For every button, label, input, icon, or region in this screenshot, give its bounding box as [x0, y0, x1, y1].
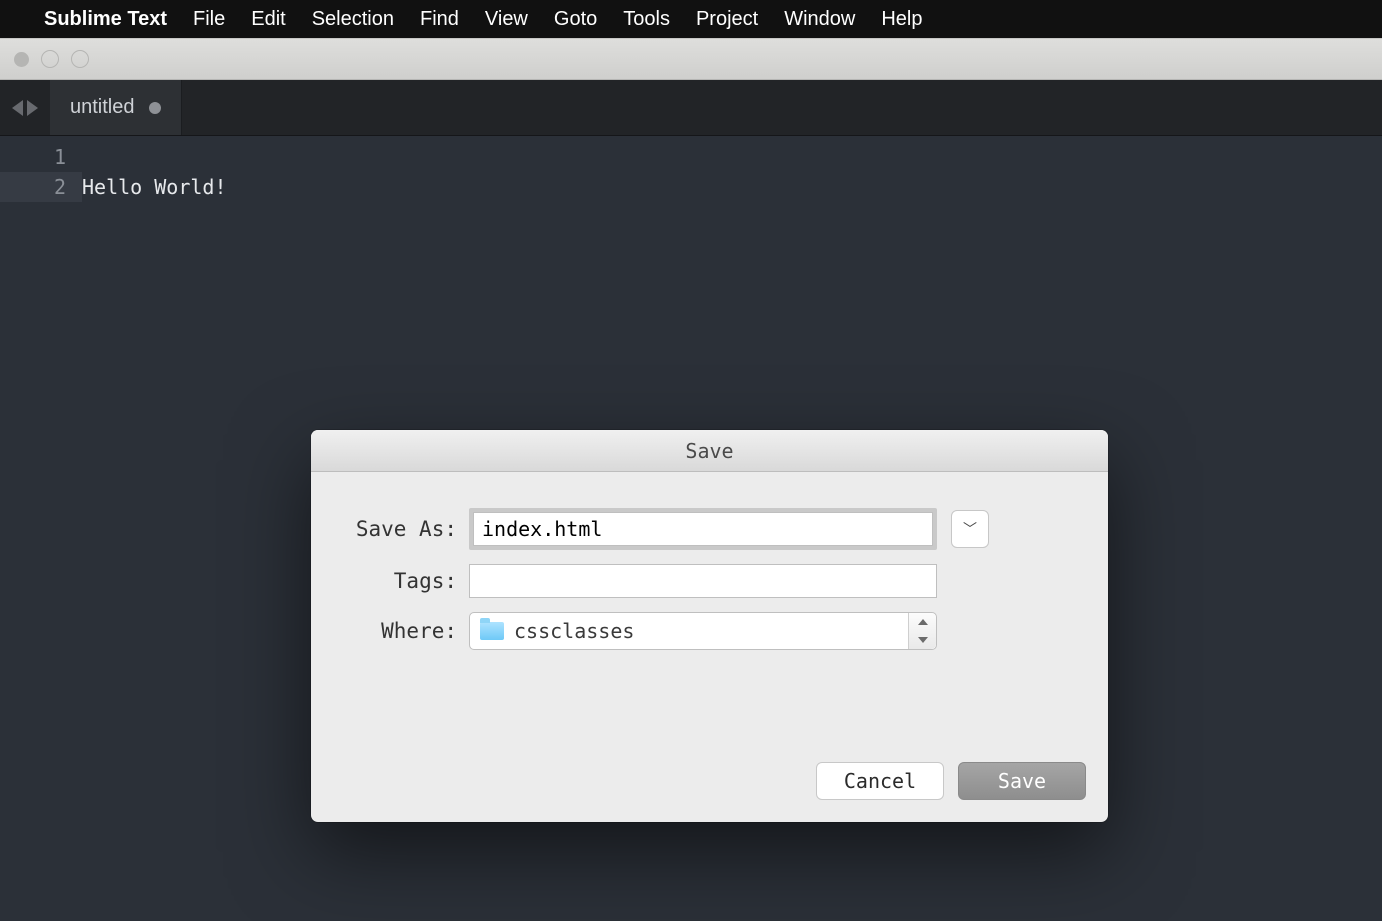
- folder-icon: [480, 622, 504, 640]
- macos-menubar: Sublime Text File Edit Selection Find Vi…: [0, 0, 1382, 38]
- line-number: 2: [0, 172, 82, 202]
- where-label: Where:: [341, 619, 469, 643]
- menu-selection[interactable]: Selection: [312, 8, 394, 31]
- dialog-title: Save: [311, 430, 1108, 472]
- line-number-gutter: 1 2: [0, 136, 82, 921]
- where-stepper[interactable]: [908, 613, 936, 649]
- menu-file[interactable]: File: [193, 8, 225, 31]
- save-as-field-wrap: [469, 508, 937, 550]
- traffic-close-icon[interactable]: [14, 52, 29, 67]
- menu-edit[interactable]: Edit: [251, 8, 285, 31]
- tab-title: untitled: [70, 96, 135, 119]
- tab-dirty-indicator-icon: [149, 102, 161, 114]
- save-button[interactable]: Save: [958, 762, 1086, 800]
- menu-find[interactable]: Find: [420, 8, 459, 31]
- chevron-down-icon: ﹀: [963, 519, 977, 539]
- tags-label: Tags:: [341, 569, 469, 593]
- line-number: 1: [54, 145, 66, 169]
- app-name[interactable]: Sublime Text: [44, 8, 167, 31]
- menu-view[interactable]: View: [485, 8, 528, 31]
- tab-history-forward-icon[interactable]: [27, 100, 38, 116]
- where-value: cssclasses: [514, 619, 634, 643]
- tab-history-nav: [0, 80, 50, 135]
- cancel-button[interactable]: Cancel: [816, 762, 944, 800]
- stepper-down-icon[interactable]: [909, 631, 936, 649]
- save-as-input[interactable]: [473, 512, 933, 546]
- tab-untitled[interactable]: untitled: [50, 80, 182, 135]
- save-dialog: Save Save As: ﹀ Tags: Where: cssclasses: [311, 430, 1108, 822]
- expand-button[interactable]: ﹀: [951, 510, 989, 548]
- menu-window[interactable]: Window: [784, 8, 855, 31]
- stepper-up-icon[interactable]: [909, 613, 936, 631]
- tab-history-back-icon[interactable]: [12, 100, 23, 116]
- menu-project[interactable]: Project: [696, 8, 758, 31]
- traffic-minimize-icon[interactable]: [41, 50, 59, 68]
- code-content[interactable]: Hello World!: [82, 136, 227, 921]
- window-titlebar: [0, 38, 1382, 80]
- tab-bar: untitled: [0, 80, 1382, 136]
- save-as-label: Save As:: [341, 517, 469, 541]
- where-select[interactable]: cssclasses: [469, 612, 937, 650]
- code-line: Hello World!: [82, 175, 227, 199]
- traffic-zoom-icon[interactable]: [71, 50, 89, 68]
- editor-area[interactable]: 1 2 Hello World! Save Save As: ﹀ Tags: W…: [0, 136, 1382, 921]
- menu-help[interactable]: Help: [881, 8, 922, 31]
- menu-goto[interactable]: Goto: [554, 8, 597, 31]
- menu-tools[interactable]: Tools: [623, 8, 670, 31]
- tags-input[interactable]: [469, 564, 937, 598]
